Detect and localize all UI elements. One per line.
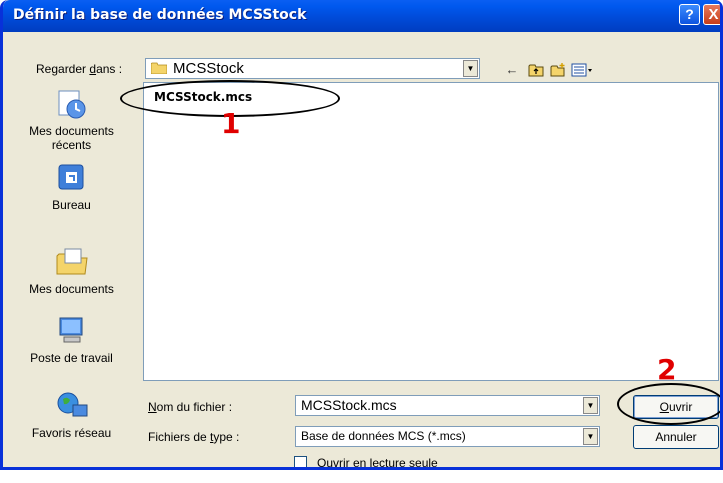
place-my-computer[interactable]: Poste de travail [9, 315, 134, 365]
new-folder-icon[interactable] [550, 63, 566, 77]
place-my-documents[interactable]: Mes documents [9, 246, 134, 296]
place-label: Poste de travail [30, 351, 113, 365]
readonly-checkbox[interactable] [294, 456, 307, 467]
file-type-select[interactable]: Base de données MCS (*.mcs) ▼ [295, 426, 600, 447]
place-label: Favoris réseau [31, 426, 112, 440]
places-bar: Mes documents récents Bureau Mes documen… [9, 82, 134, 460]
place-label: Mes documents [29, 124, 114, 138]
chevron-down-icon[interactable]: ▼ [583, 397, 598, 414]
help-button[interactable]: ? [679, 4, 700, 25]
file-type-value: Base de données MCS (*.mcs) [301, 429, 466, 443]
file-name-input[interactable]: MCSStock.mcs ▼ [295, 395, 600, 416]
network-places-icon [57, 392, 87, 417]
my-computer-icon [59, 317, 82, 343]
title-bar: Définir la base de données MCSStock ? X [3, 0, 720, 32]
dialog-title: Définir la base de données MCSStock [13, 7, 307, 23]
chevron-down-icon[interactable]: ▼ [583, 428, 598, 445]
annotation-step-2: 2 [657, 353, 677, 386]
desktop-icon [58, 164, 83, 190]
place-desktop[interactable]: Bureau [9, 162, 134, 212]
look-in-combo[interactable]: MCSStock ▼ [145, 58, 480, 79]
up-folder-icon[interactable] [528, 63, 544, 77]
open-file-dialog: Définir la base de données MCSStock ? X … [0, 0, 723, 470]
annotation-ellipse-2 [617, 383, 720, 425]
close-button[interactable]: X [703, 4, 720, 25]
look-in-value: MCSStock [173, 60, 244, 77]
my-documents-icon [56, 248, 88, 275]
file-type-label: Fichiers de type : [148, 430, 240, 444]
readonly-label: Ouvrir en lecture seule [317, 456, 438, 470]
file-name-label: Nom du fichier : [148, 400, 233, 414]
look-in-label: Regarder dans : [36, 62, 123, 76]
view-menu-icon[interactable] [571, 63, 593, 77]
place-label: Mes documents [29, 282, 114, 296]
annotation-step-1: 1 [221, 107, 241, 140]
place-recent-documents[interactable]: Mes documents récents [9, 88, 134, 152]
folder-icon [151, 62, 167, 74]
place-label: Bureau [52, 198, 91, 212]
recent-documents-icon [58, 90, 85, 119]
place-network[interactable]: Favoris réseau [9, 390, 134, 440]
place-label: récents [51, 138, 92, 152]
file-name-value: MCSStock.mcs [301, 397, 397, 413]
back-icon[interactable]: ← [504, 63, 520, 77]
chevron-down-icon[interactable]: ▼ [463, 60, 478, 77]
cancel-button[interactable]: Annuler [633, 425, 719, 449]
